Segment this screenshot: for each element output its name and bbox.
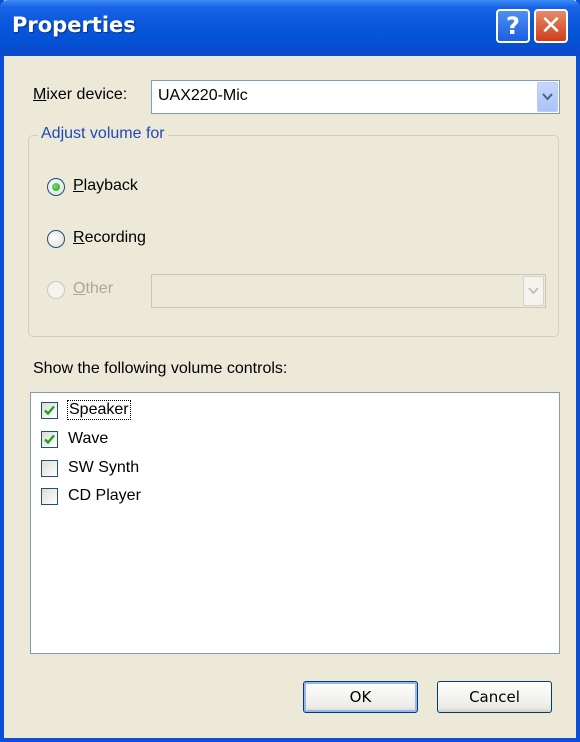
window-title: Properties xyxy=(12,13,136,37)
title-bar[interactable]: Properties ? ✕ xyxy=(0,0,580,56)
other-device-select xyxy=(151,274,546,308)
mixer-device-label: Mixer device: xyxy=(33,86,128,103)
recording-label[interactable]: Recording xyxy=(73,229,146,247)
cd-player-checkbox[interactable] xyxy=(41,488,58,505)
chevron-down-icon xyxy=(523,276,544,306)
help-button[interactable]: ? xyxy=(496,9,530,43)
cd-player-label[interactable]: CD Player xyxy=(68,487,141,505)
playback-label[interactable]: Playback xyxy=(73,177,138,195)
checkmark-icon xyxy=(44,434,55,445)
wave-label[interactable]: Wave xyxy=(68,430,108,448)
help-icon: ? xyxy=(506,12,520,40)
sw-synth-checkbox[interactable] xyxy=(41,460,58,477)
adjust-volume-legend: Adjust volume for xyxy=(38,125,168,143)
recording-radio[interactable] xyxy=(47,230,65,248)
checkmark-icon xyxy=(44,405,55,416)
chevron-down-icon[interactable] xyxy=(537,82,558,112)
close-button[interactable]: ✕ xyxy=(534,9,568,43)
sw-synth-label[interactable]: SW Synth xyxy=(68,459,139,477)
mixer-device-select[interactable]: UAX220-Mic xyxy=(151,80,560,114)
volume-controls-list[interactable]: Speaker Wave SW Synth CD Player xyxy=(30,392,560,654)
other-radio xyxy=(47,281,65,299)
ok-button[interactable]: OK xyxy=(303,681,418,713)
cancel-button[interactable]: Cancel xyxy=(437,681,552,713)
speaker-checkbox[interactable] xyxy=(41,402,58,419)
volume-controls-label: Show the following volume controls: xyxy=(33,360,288,377)
radio-selected-dot xyxy=(52,183,60,191)
speaker-label[interactable]: Speaker xyxy=(67,400,131,420)
playback-radio[interactable] xyxy=(47,178,65,196)
mixer-device-value: UAX220-Mic xyxy=(158,87,248,104)
wave-checkbox[interactable] xyxy=(41,431,58,448)
other-label: Other xyxy=(73,280,114,297)
close-icon: ✕ xyxy=(540,11,562,41)
